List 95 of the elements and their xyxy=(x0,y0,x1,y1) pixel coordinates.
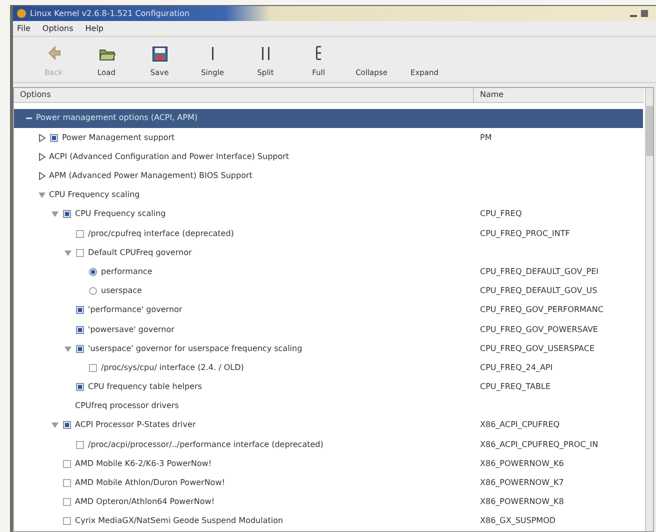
tree-row[interactable]: AMD Mobile K6-2/K6-3 PowerNow! X86_POWERNOW_K6 xyxy=(14,454,643,474)
symbol-name: CPU_FREQ_TABLE xyxy=(479,381,551,394)
checkbox-control[interactable] xyxy=(76,230,84,238)
scrollbar[interactable] xyxy=(645,88,653,531)
symbol-name: CPU_FREQ_24_API xyxy=(479,362,553,374)
option-label: /proc/cpufreq interface (deprecated) xyxy=(88,228,234,240)
checkbox-control[interactable] xyxy=(76,306,84,314)
tree-row[interactable]: 'userspace' governor for userspace frequency scaling CPU_FREQ_GOV_USERSPACE xyxy=(14,339,643,358)
symbol-name: X86_POWERNOW_K6 xyxy=(479,458,564,470)
option-label: /proc/acpi/processor/../performance interface (deprecated) xyxy=(88,438,324,451)
checkbox-control[interactable] xyxy=(63,421,71,430)
collapse-arrow-icon[interactable] xyxy=(64,248,72,257)
option-label: AMD Opteron/Athlon64 PowerNow! xyxy=(75,496,215,508)
checkbox-control[interactable] xyxy=(76,326,84,334)
symbol-name: CPU_FREQ_DEFAULT_GOV_PEI xyxy=(479,266,598,278)
option-label: ACPI (Advanced Configuration and Power Interface) Support xyxy=(49,150,290,163)
option-label: AMD Mobile Athlon/Duron PowerNow! xyxy=(75,477,225,490)
option-label: Default CPUFreq governor xyxy=(88,246,192,259)
symbol-name: CPU_FREQ_GOV_PERFORMANC xyxy=(479,304,604,316)
tree-row[interactable]: AMD Mobile Athlon/Duron PowerNow! X86_POWERNOW_K7 xyxy=(14,473,643,493)
expand-arrow-icon[interactable] xyxy=(38,172,46,180)
checkbox-control[interactable] xyxy=(50,134,58,142)
option-label: userspace xyxy=(101,285,142,298)
option-label: Power Management support xyxy=(62,132,175,144)
tree-row[interactable]: performance CPU_FREQ_DEFAULT_GOV_PEI xyxy=(14,262,643,282)
app-icon xyxy=(17,9,26,18)
symbol-name: X86_ACPI_CPUFREQ_PROC_IN xyxy=(479,438,598,451)
symbol-name: X86_POWERNOW_K8 xyxy=(479,496,564,508)
full-view-icon xyxy=(316,46,321,60)
option-label: /proc/sys/cpu/ interface (2.4. / OLD) xyxy=(101,362,244,374)
menu-item[interactable]: Help xyxy=(85,22,104,34)
checkbox-control[interactable] xyxy=(63,210,71,218)
expand-arrow-icon[interactable] xyxy=(38,134,46,142)
option-label: CPU frequency table helpers xyxy=(88,381,202,394)
collapse-arrow-icon[interactable] xyxy=(64,344,72,353)
checkbox-control[interactable] xyxy=(63,479,71,488)
tree-row[interactable]: CPUfreq processor drivers xyxy=(14,396,643,416)
option-label: Cyrix MediaGX/NatSemi Geode Suspend Modulation xyxy=(75,515,284,528)
tree-row[interactable]: /proc/acpi/processor/../performance interface (deprecated) X86_ACPI_CPUFREQ_PROC_IN xyxy=(14,435,643,454)
option-label: 'performance' governor xyxy=(88,304,182,316)
checkbox-control[interactable] xyxy=(76,248,84,257)
checkbox-control[interactable] xyxy=(63,517,71,526)
tree-row[interactable]: 'powersave' governor CPU_FREQ_GOV_POWERSAVE xyxy=(14,320,643,340)
symbol-name: CPU_FREQ_GOV_USERSPACE xyxy=(479,342,595,355)
symbol-name: X86_POWERNOW_K7 xyxy=(479,477,564,490)
comment-text: CPUfreq processor drivers xyxy=(75,400,179,412)
option-label: CPU Frequency scaling xyxy=(49,189,140,202)
menu-item[interactable]: File xyxy=(17,22,30,34)
tree-row[interactable]: CPU Frequency scaling CPU_FREQ xyxy=(14,204,643,224)
option-label: Power management options (ACPI, APM) xyxy=(36,112,198,124)
tree-row[interactable]: Power Management support PM xyxy=(14,128,643,148)
tree-row[interactable]: Power management options (ACPI, APM) xyxy=(14,108,643,128)
option-label: AMD Mobile K6-2/K6-3 PowerNow! xyxy=(75,458,212,470)
menu-item[interactable]: Options xyxy=(42,22,74,34)
collapse-arrow-icon[interactable] xyxy=(38,191,46,200)
collapse-arrow-icon[interactable] xyxy=(50,421,58,430)
symbol-name: CPU_FREQ_DEFAULT_GOV_US xyxy=(479,285,598,298)
radio-control[interactable] xyxy=(89,268,97,276)
radio-control[interactable] xyxy=(89,287,97,296)
option-label: CPU Frequency scaling xyxy=(75,208,166,220)
tree-row[interactable]: 'performance' governor CPU_FREQ_GOV_PERFORMANC xyxy=(14,300,643,320)
window-title: Linux Kernel v2.6.8-1.521 Configuration xyxy=(30,8,190,20)
checkbox-control[interactable] xyxy=(63,460,71,468)
tree-row[interactable]: Cyrix MediaGX/NatSemi Geode Suspend Modulation X86_GX_SUSPMOD xyxy=(14,512,643,531)
tree-row[interactable]: userspace CPU_FREQ_DEFAULT_GOV_US xyxy=(14,282,643,301)
tree-row[interactable]: /proc/sys/cpu/ interface (2.4. / OLD) CPU_FREQ_24_API xyxy=(14,358,643,378)
checkbox-control[interactable] xyxy=(63,498,71,506)
symbol-name: PM xyxy=(479,132,492,144)
symbol-name: X86_GX_SUSPMOD xyxy=(479,515,556,528)
tree-row[interactable]: ACPI Processor P-States driver X86_ACPI_CPUFREQ xyxy=(14,416,643,436)
column-header[interactable]: Options xyxy=(14,88,474,102)
tree-row[interactable]: AMD Opteron/Athlon64 PowerNow! X86_POWERNOW_K8 xyxy=(14,492,643,512)
symbol-name: CPU_FREQ xyxy=(479,208,522,220)
tree-row[interactable]: /proc/cpufreq interface (deprecated) CPU_FREQ_PROC_INTF xyxy=(14,224,643,244)
symbol-name: CPU_FREQ_PROC_INTF xyxy=(479,228,570,240)
collapse-arrow-icon[interactable] xyxy=(50,210,58,218)
option-label: performance xyxy=(101,266,152,278)
symbol-name: CPU_FREQ_GOV_POWERSAVE xyxy=(479,324,598,336)
checkbox-control[interactable] xyxy=(76,440,84,449)
option-label: ACPI Processor P-States driver xyxy=(75,419,196,432)
column-header[interactable]: Name xyxy=(474,88,644,102)
tree-row[interactable]: CPU frequency table helpers CPU_FREQ_TABLE xyxy=(14,378,643,397)
option-label: 'powersave' governor xyxy=(88,324,174,336)
checkbox-control[interactable] xyxy=(76,383,84,392)
tree-row[interactable]: APM (Advanced Power Management) BIOS Support xyxy=(14,166,643,186)
option-label: APM (Advanced Power Management) BIOS Support xyxy=(49,170,252,182)
symbol-name: X86_ACPI_CPUFREQ xyxy=(479,419,560,432)
tree-row[interactable]: Default CPUFreq governor xyxy=(14,243,643,262)
checkbox-control[interactable] xyxy=(89,364,97,372)
tree-row[interactable]: ACPI (Advanced Configuration and Power Interface) Support xyxy=(14,147,643,166)
expand-arrow-icon[interactable] xyxy=(38,152,46,161)
checkbox-control[interactable] xyxy=(76,344,84,353)
scrollbar-thumb[interactable] xyxy=(646,106,653,156)
option-label: 'userspace' governor for userspace frequency scaling xyxy=(88,342,302,355)
tree-row[interactable]: CPU Frequency scaling xyxy=(14,186,643,205)
